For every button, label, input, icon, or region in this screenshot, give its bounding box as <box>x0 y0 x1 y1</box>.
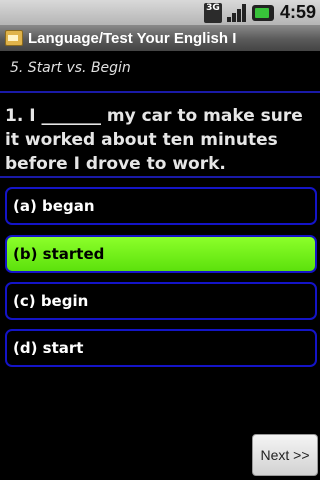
divider <box>0 91 320 93</box>
section-subtitle: 5. Start vs. Begin <box>10 60 131 76</box>
3g-icon: 3G <box>203 2 222 23</box>
option-label: (c) begin <box>13 292 89 310</box>
option-label: (b) started <box>13 245 105 263</box>
app-title: Language/Test Your English I <box>28 29 237 47</box>
status-bar: 3G 4:59 <box>0 0 320 25</box>
status-icons: 3G 4:59 <box>203 1 316 24</box>
option-label: (d) start <box>13 339 84 357</box>
battery-icon <box>251 4 274 21</box>
option-b[interactable]: (b) started <box>5 235 317 273</box>
question-text: 1. I _______ my car to make sure it work… <box>5 106 303 174</box>
app-icon <box>5 30 23 46</box>
network-label: 3G <box>206 2 220 13</box>
app-title-bar: Language/Test Your English I <box>0 25 320 51</box>
signal-icon <box>226 3 248 23</box>
option-label: (a) began <box>13 197 95 215</box>
divider <box>0 176 320 178</box>
option-c[interactable]: (c) begin <box>5 282 317 320</box>
clock: 4:59 <box>279 2 316 22</box>
option-a[interactable]: (a) began <box>5 187 317 225</box>
next-button[interactable]: Next >> <box>252 434 318 476</box>
option-d[interactable]: (d) start <box>5 329 317 367</box>
